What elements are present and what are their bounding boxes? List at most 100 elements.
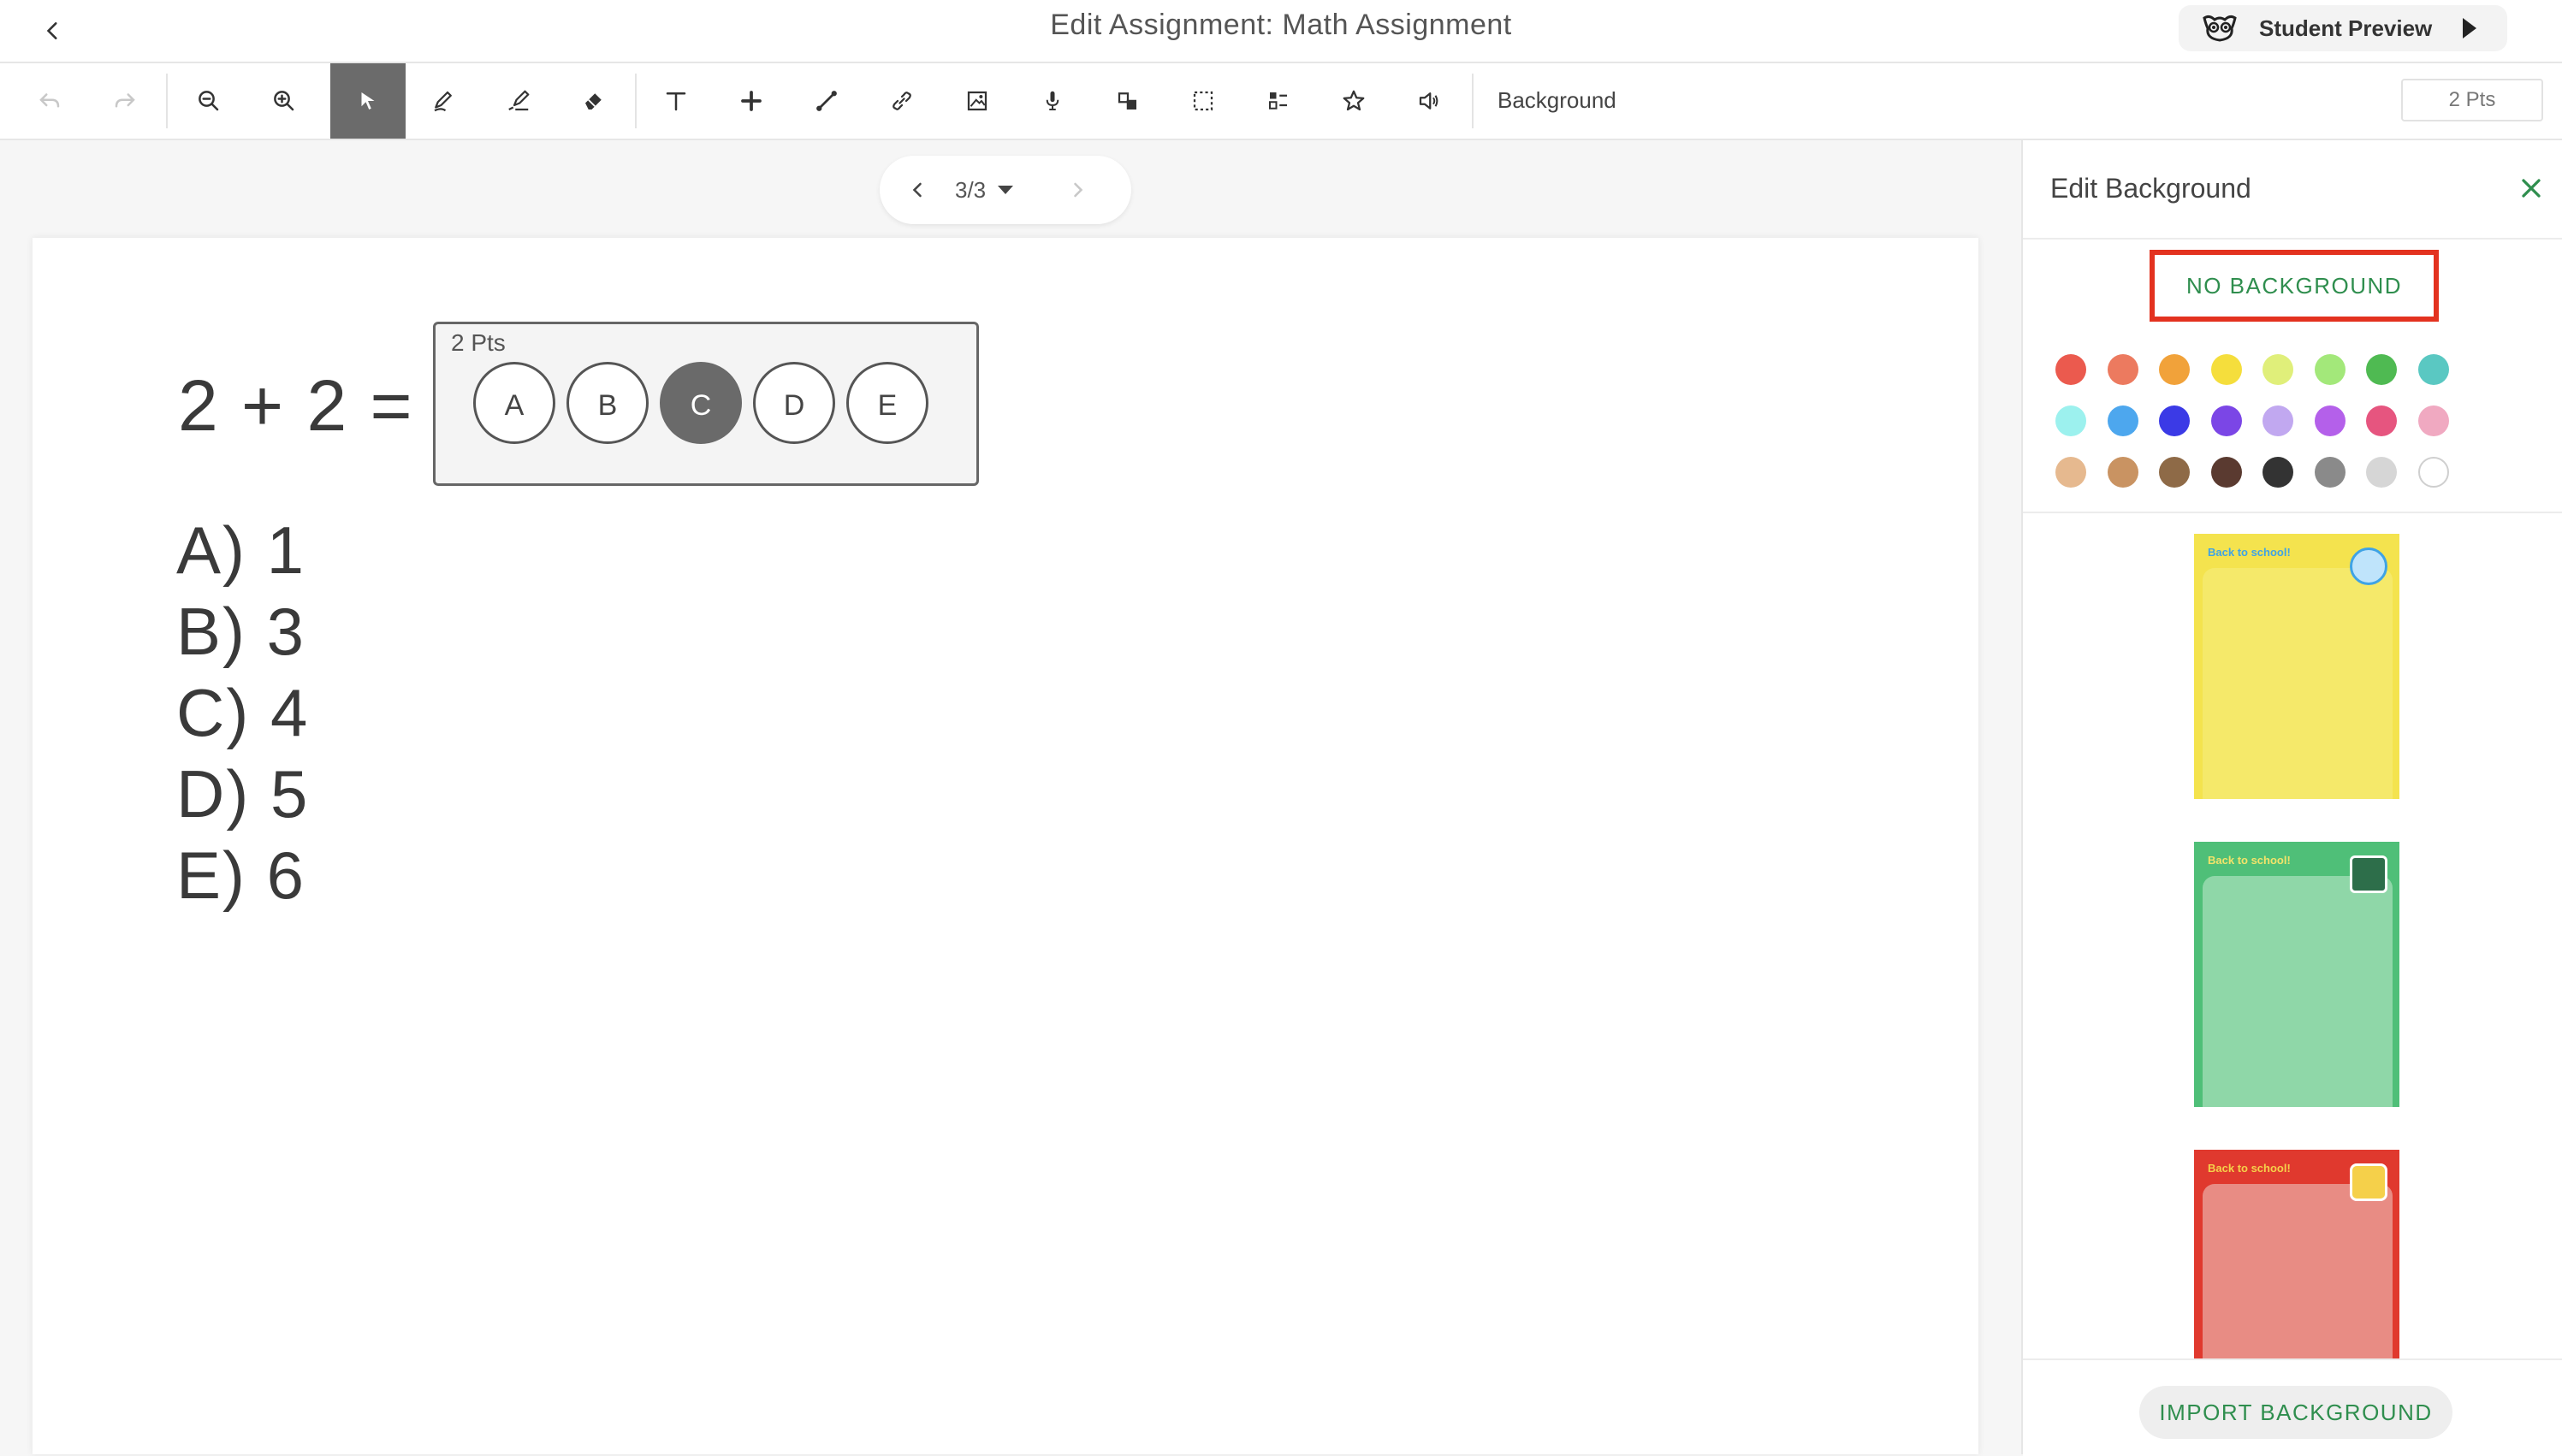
answer-choice-box[interactable]: 2 Pts A B C D E: [433, 322, 979, 486]
background-template-green[interactable]: Back to school!: [2194, 842, 2399, 1107]
zoom-out-button[interactable]: [171, 63, 246, 139]
select-tool-button[interactable]: [330, 63, 406, 139]
shapes-tool-button[interactable]: [1090, 63, 1165, 139]
template-caption: Back to school!: [2208, 854, 2291, 867]
backpack-icon: [2350, 1163, 2387, 1201]
color-swatch[interactable]: [2263, 405, 2293, 436]
cursor-icon: [361, 92, 375, 109]
caret-down-icon[interactable]: [998, 186, 1014, 194]
highlighter-tool-button[interactable]: [481, 63, 556, 139]
color-swatch[interactable]: [2210, 457, 2242, 488]
zoom-in-button[interactable]: [246, 63, 322, 139]
color-swatch[interactable]: [2366, 354, 2397, 385]
color-swatch[interactable]: [2210, 405, 2242, 436]
undo-button[interactable]: [12, 63, 87, 139]
area-select-tool-button[interactable]: [1165, 63, 1241, 139]
background-tool-label[interactable]: Background: [1497, 87, 1616, 114]
pen-icon: [434, 91, 452, 112]
color-swatch[interactable]: [2314, 457, 2346, 488]
background-template-yellow[interactable]: Back to school!: [2194, 534, 2399, 799]
highlighter-icon: [508, 90, 530, 111]
eraser-tool-button[interactable]: [556, 63, 632, 139]
color-swatch[interactable]: [2107, 457, 2138, 488]
answer-bubble-d[interactable]: D: [753, 362, 835, 444]
no-background-button[interactable]: NO BACKGROUND: [2150, 250, 2439, 322]
color-swatch[interactable]: [2055, 405, 2086, 436]
import-background-button[interactable]: IMPORT BACKGROUND: [2139, 1386, 2452, 1439]
add-tool-button[interactable]: [714, 63, 789, 139]
answer-option: B) 3: [176, 594, 306, 669]
chevron-right-icon[interactable]: [1066, 178, 1090, 202]
play-icon: [2463, 18, 2477, 38]
speaker-icon: [1419, 92, 1438, 109]
color-swatch[interactable]: [2417, 405, 2449, 436]
color-swatch[interactable]: [2107, 405, 2138, 436]
line-tool-button[interactable]: [789, 63, 864, 139]
answer-bubble-c[interactable]: C: [660, 362, 742, 444]
page-title: Edit Assignment: Math Assignment: [1050, 9, 1512, 41]
answer-bubble-e[interactable]: E: [846, 362, 928, 444]
color-swatch[interactable]: [2210, 354, 2242, 385]
template-paper: [2203, 1184, 2393, 1358]
redo-button[interactable]: [87, 63, 163, 139]
color-swatch[interactable]: [2366, 405, 2397, 436]
toolbar-divider: [635, 74, 637, 128]
color-swatch[interactable]: [2055, 354, 2086, 385]
close-icon[interactable]: [2516, 173, 2547, 204]
toolbar-divider: [1472, 74, 1474, 128]
color-swatch[interactable]: [2159, 354, 2190, 385]
page-navigator: 3/3: [880, 156, 1131, 224]
student-preview-button[interactable]: Student Preview: [2179, 5, 2507, 51]
color-swatch[interactable]: [2417, 457, 2449, 488]
speaker-tool-button[interactable]: [1391, 63, 1467, 139]
color-swatch[interactable]: [2159, 405, 2190, 436]
top-bar: Edit Assignment: Math Assignment Student…: [0, 0, 2562, 63]
answer-bubble-b[interactable]: B: [566, 362, 649, 444]
audio-tool-button[interactable]: [1015, 63, 1090, 139]
answer-option: D) 5: [176, 756, 310, 832]
template-paper: [2203, 876, 2393, 1107]
owl-icon: [2203, 15, 2237, 42]
pen-tool-button[interactable]: [406, 63, 481, 139]
sticker-tool-button[interactable]: [1316, 63, 1391, 139]
assignment-page[interactable]: 2 + 2 = 2 Pts A B C D E A) 1 B) 3 C) 4 D…: [33, 238, 1978, 1454]
dashed-square-icon: [1193, 91, 1213, 111]
panel-divider: [2023, 238, 2562, 240]
student-preview-label: Student Preview: [2259, 15, 2433, 41]
color-swatch[interactable]: [2055, 457, 2086, 488]
text-icon: [666, 92, 686, 111]
answer-option: A) 1: [176, 512, 306, 588]
zoom-in-icon: [274, 91, 294, 111]
answer-bubble-a[interactable]: A: [473, 362, 555, 444]
color-swatch[interactable]: [2314, 405, 2346, 436]
link-tool-button[interactable]: [864, 63, 940, 139]
color-swatch[interactable]: [2366, 457, 2397, 488]
eraser-icon: [585, 93, 602, 109]
color-swatch[interactable]: [2107, 354, 2138, 385]
color-swatch[interactable]: [2314, 354, 2346, 385]
template-caption: Back to school!: [2208, 1162, 2291, 1175]
image-icon: [967, 91, 987, 111]
alarm-clock-icon: [2350, 547, 2387, 585]
graduation-cap-icon: [2350, 855, 2387, 893]
background-template-red[interactable]: Back to school!: [2194, 1150, 2399, 1358]
color-swatch[interactable]: [2417, 354, 2449, 385]
answer-option: E) 6: [176, 837, 306, 913]
chevron-left-icon[interactable]: [905, 178, 929, 202]
star-icon: [1343, 90, 1365, 111]
link-icon: [893, 92, 911, 110]
list-choice-icon: [1269, 92, 1287, 109]
answer-list: A) 1 B) 3 C) 4 D) 5 E) 6: [176, 510, 309, 916]
plus-icon: [741, 91, 762, 111]
image-tool-button[interactable]: [940, 63, 1015, 139]
zoom-out-icon: [199, 91, 219, 111]
color-swatch[interactable]: [2263, 457, 2293, 488]
points-field[interactable]: 2 Pts: [2401, 79, 2543, 121]
template-caption: Back to school!: [2208, 546, 2291, 559]
color-swatch[interactable]: [2263, 354, 2293, 385]
multiple-choice-tool-button[interactable]: [1241, 63, 1316, 139]
text-tool-button[interactable]: [638, 63, 714, 139]
panel-footer: IMPORT BACKGROUND: [2023, 1358, 2562, 1456]
color-swatch[interactable]: [2159, 457, 2190, 488]
toolbar-divider: [166, 74, 168, 128]
